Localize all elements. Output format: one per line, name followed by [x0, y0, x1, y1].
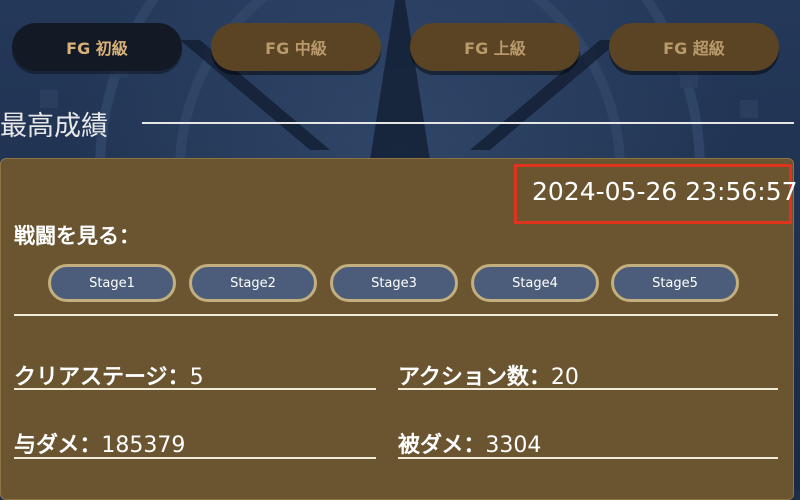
stat-divider-left-1	[14, 388, 376, 390]
clear-stage-value: 5	[189, 365, 204, 390]
stage1-button[interactable]: Stage1	[48, 264, 176, 302]
tab-fg-intermediate[interactable]: FG 中級	[211, 23, 381, 71]
tab-fg-beginner[interactable]: FG 初級	[12, 23, 182, 71]
section-title: 最高成績	[0, 111, 108, 142]
record-timestamp: 2024-05-26 23:56:57	[532, 177, 798, 206]
stages-divider	[14, 314, 778, 316]
stat-divider-right-2	[398, 457, 778, 459]
clear-stage-label: クリアステージ：	[14, 365, 190, 390]
stat-divider-right-1	[398, 388, 778, 390]
tab-fg-expert[interactable]: FG 超級	[609, 23, 779, 71]
difficulty-tabs: FG 初級 FG 中級 FG 上級 FG 超級	[12, 23, 782, 75]
section-divider	[142, 122, 794, 124]
stage3-button[interactable]: Stage3	[330, 264, 458, 302]
actions-label: アクション数：	[398, 365, 551, 390]
stage4-button[interactable]: Stage4	[471, 264, 599, 302]
tab-fg-advanced[interactable]: FG 上級	[410, 23, 580, 71]
actions-value: 20	[550, 365, 579, 390]
clear-stage-stat: クリアステージ：5	[14, 359, 204, 391]
damage-dealt-stat: 与ダメ：185379	[14, 427, 185, 459]
stage5-button[interactable]: Stage5	[611, 264, 739, 302]
damage-dealt-label: 与ダメ：	[14, 433, 102, 458]
damage-dealt-value: 185379	[101, 433, 186, 458]
actions-stat: アクション数：20	[398, 359, 579, 391]
stage2-button[interactable]: Stage2	[189, 264, 317, 302]
damage-taken-label: 被ダメ：	[398, 433, 486, 458]
damage-taken-stat: 被ダメ：3304	[398, 427, 541, 459]
view-battle-label: 戦闘を見る：	[14, 224, 140, 248]
stat-divider-left-2	[14, 457, 376, 459]
damage-taken-value: 3304	[485, 433, 542, 458]
